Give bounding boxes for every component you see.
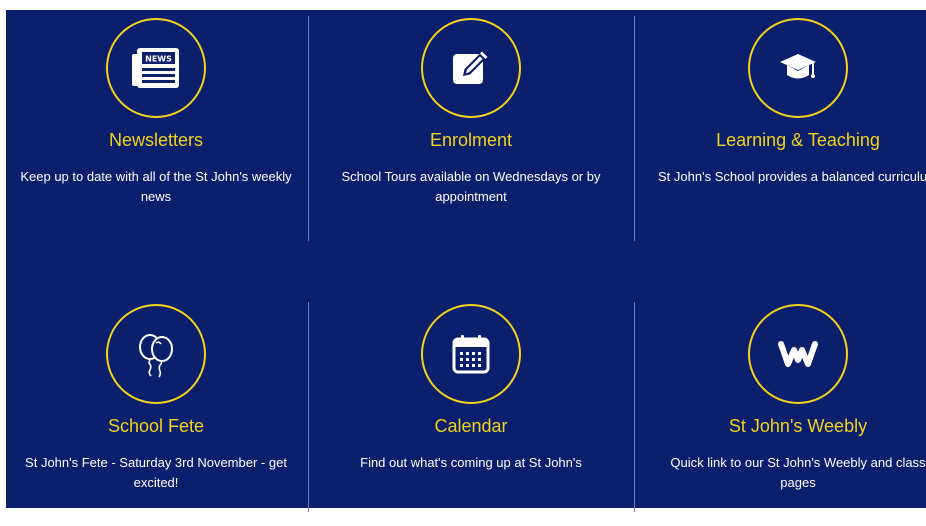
- weebly-logo-icon: [778, 341, 818, 367]
- links-panel: NEWS Newsletters Keep up to date with al…: [6, 10, 926, 512]
- tile-weebly[interactable]: St John's Weebly Quick link to our St Jo…: [648, 296, 926, 526]
- learning-teaching-icon-circle: [748, 18, 848, 118]
- tile-title: Enrolment: [429, 130, 513, 150]
- newspaper-icon-text: NEWS: [145, 55, 172, 64]
- newsletters-icon-circle: NEWS: [106, 18, 206, 118]
- tile-school-fete[interactable]: School Fete St John's Fete - Saturday 3r…: [6, 296, 306, 526]
- balloons-icon: [139, 334, 173, 378]
- tile-title: School Fete: [107, 416, 205, 436]
- tile-newsletters[interactable]: NEWS Newsletters Keep up to date with al…: [6, 10, 306, 240]
- tile-calendar[interactable]: Calendar Find out what's coming up at St…: [321, 296, 621, 526]
- graduation-cap-icon: [780, 54, 816, 79]
- column-divider: [634, 302, 635, 512]
- tile-description: Quick link to our St John's Weebly and c…: [670, 455, 926, 490]
- pencil-square-icon: [453, 51, 488, 84]
- tile-title: Calendar: [434, 416, 508, 436]
- tile-title: Learning & Teaching: [716, 130, 880, 150]
- tile-enrolment[interactable]: Enrolment School Tours available on Wedn…: [321, 10, 621, 240]
- tile-description: St John's School provides a balanced cur…: [658, 169, 926, 184]
- tile-title: St John's Weebly: [728, 416, 868, 436]
- calendar-icon-circle: [421, 304, 521, 404]
- tile-learning-teaching[interactable]: Learning & Teaching St John's School pro…: [648, 10, 926, 240]
- column-divider: [634, 16, 635, 241]
- column-divider: [308, 16, 309, 241]
- enrolment-icon-circle: [421, 18, 521, 118]
- tile-description: School Tours available on Wednesdays or …: [341, 169, 601, 204]
- tile-description: St John's Fete - Saturday 3rd November -…: [25, 455, 287, 490]
- calendar-icon: [452, 335, 490, 374]
- tile-description: Find out what's coming up at St John's: [360, 455, 582, 470]
- tile-description: Keep up to date with all of the St John'…: [20, 169, 292, 204]
- column-divider: [308, 302, 309, 512]
- weebly-icon-circle: [748, 304, 848, 404]
- school-fete-icon-circle: [106, 304, 206, 404]
- tile-title: Newsletters: [108, 130, 204, 150]
- newspaper-icon: NEWS: [132, 48, 179, 88]
